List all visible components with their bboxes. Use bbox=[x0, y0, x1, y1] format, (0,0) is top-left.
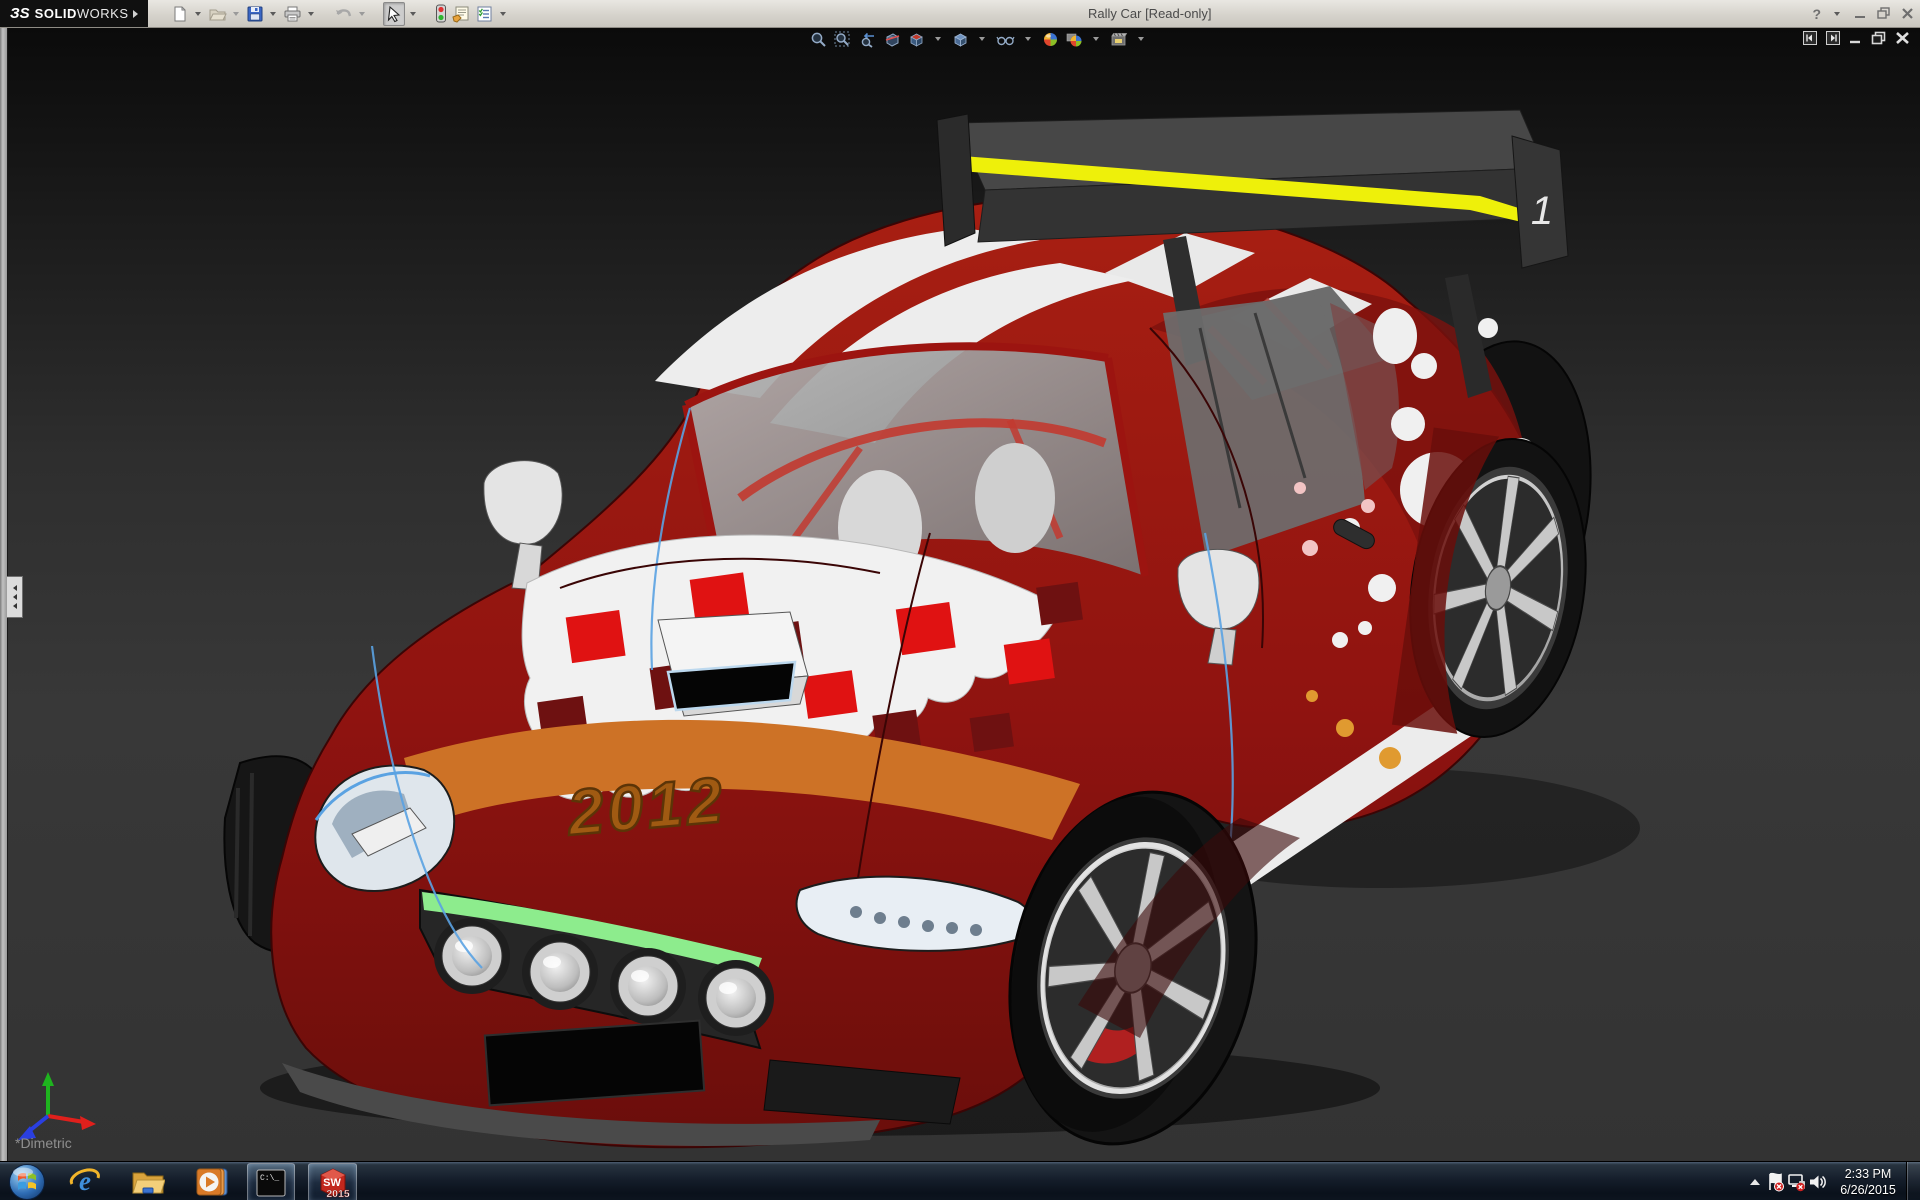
help-button[interactable]: ? bbox=[1812, 6, 1821, 22]
undo-dropdown-icon[interactable] bbox=[359, 12, 365, 16]
svg-text:C:\_: C:\_ bbox=[260, 1174, 279, 1183]
save-button[interactable] bbox=[245, 3, 265, 25]
close-button[interactable] bbox=[1901, 7, 1914, 20]
ie-icon: e bbox=[69, 1166, 101, 1198]
print-dropdown-icon[interactable] bbox=[308, 12, 314, 16]
collapse-arrow-icon bbox=[13, 603, 17, 609]
graphics-viewport[interactable]: 1 bbox=[0, 28, 1920, 1161]
help-dropdown-icon[interactable] bbox=[1834, 12, 1840, 16]
minimize-button[interactable] bbox=[1854, 7, 1867, 20]
logo-3ds-mark: ЗS bbox=[10, 5, 30, 22]
select-dropdown-icon[interactable] bbox=[410, 12, 416, 16]
rally-light-4 bbox=[698, 960, 774, 1036]
options-dropdown-icon[interactable] bbox=[500, 12, 506, 16]
media-player-icon bbox=[195, 1166, 229, 1198]
svg-text:2015: 2015 bbox=[326, 1188, 350, 1200]
solidworks-logo: ЗS SOLIDWORKS bbox=[0, 0, 148, 27]
clock-date: 6/26/2015 bbox=[1836, 1182, 1900, 1198]
options-button[interactable] bbox=[474, 3, 495, 25]
window-controls: ? bbox=[1812, 0, 1914, 27]
clock-time: 2:33 PM bbox=[1836, 1166, 1900, 1182]
taskbar-command-prompt[interactable]: C:\_ bbox=[247, 1163, 295, 1200]
network-status-icon[interactable] bbox=[1786, 1162, 1807, 1200]
undo-button[interactable] bbox=[332, 3, 354, 25]
logo-text-solid: SOLID bbox=[35, 6, 77, 21]
taskbar-windows-explorer[interactable] bbox=[124, 1162, 172, 1200]
rally-car-model[interactable]: 1 bbox=[0, 28, 1920, 1161]
taskbar-solidworks[interactable]: SW 2015 bbox=[308, 1163, 357, 1200]
windows-start-orb bbox=[8, 1163, 46, 1200]
license-plate[interactable] bbox=[485, 1021, 704, 1106]
new-dropdown-icon[interactable] bbox=[195, 12, 201, 16]
open-button[interactable] bbox=[207, 3, 228, 25]
new-document-button[interactable] bbox=[170, 3, 190, 25]
sail-panel-dot bbox=[1373, 308, 1417, 364]
collapse-arrow-icon bbox=[13, 594, 17, 600]
window-title: Rally Car [Read-only] bbox=[1088, 0, 1212, 27]
rally-light-3 bbox=[610, 948, 686, 1024]
logo-text-works: WORKS bbox=[77, 6, 129, 21]
volume-icon[interactable] bbox=[1807, 1162, 1828, 1200]
taskbar-media-player[interactable] bbox=[188, 1162, 236, 1200]
show-desktop-button[interactable] bbox=[1906, 1162, 1920, 1200]
save-dropdown-icon[interactable] bbox=[270, 12, 276, 16]
open-dropdown-icon[interactable] bbox=[233, 12, 239, 16]
wing-number-decal: 1 bbox=[1531, 189, 1553, 233]
system-tray: 2:33 PM 6/26/2015 bbox=[1744, 1162, 1920, 1200]
up-arrow-icon bbox=[1750, 1179, 1760, 1185]
titlebar: ЗS SOLIDWORKS bbox=[0, 0, 1920, 28]
solidworks-icon: SW 2015 bbox=[316, 1166, 350, 1200]
solidworks-window: ЗS SOLIDWORKS bbox=[0, 0, 1920, 1200]
select-tool-button[interactable] bbox=[383, 2, 405, 26]
folder-icon bbox=[131, 1167, 165, 1197]
hood-year-decal: 2012 bbox=[564, 763, 729, 849]
windows-taskbar: e C:\_ bbox=[0, 1161, 1920, 1200]
file-properties-button[interactable] bbox=[450, 3, 472, 25]
feature-manager-collapse-tab[interactable] bbox=[7, 576, 23, 618]
start-button[interactable] bbox=[6, 1162, 48, 1200]
command-prompt-icon: C:\_ bbox=[256, 1169, 286, 1197]
standard-toolbar bbox=[170, 2, 510, 26]
hood-scoop[interactable] bbox=[658, 612, 808, 716]
taskbar-internet-explorer[interactable]: e bbox=[62, 1162, 108, 1200]
view-orientation-label: *Dimetric bbox=[15, 1135, 72, 1151]
action-center-icon[interactable] bbox=[1765, 1162, 1786, 1200]
show-hidden-icons-button[interactable] bbox=[1744, 1162, 1765, 1200]
rebuild-button[interactable] bbox=[434, 2, 448, 25]
collapse-arrow-icon bbox=[13, 585, 17, 591]
rally-light-2 bbox=[522, 934, 598, 1010]
restore-button[interactable] bbox=[1877, 7, 1891, 20]
menu-expand-arrow-icon[interactable] bbox=[133, 10, 138, 18]
print-button[interactable] bbox=[282, 3, 303, 25]
taskbar-clock[interactable]: 2:33 PM 6/26/2015 bbox=[1836, 1166, 1900, 1198]
